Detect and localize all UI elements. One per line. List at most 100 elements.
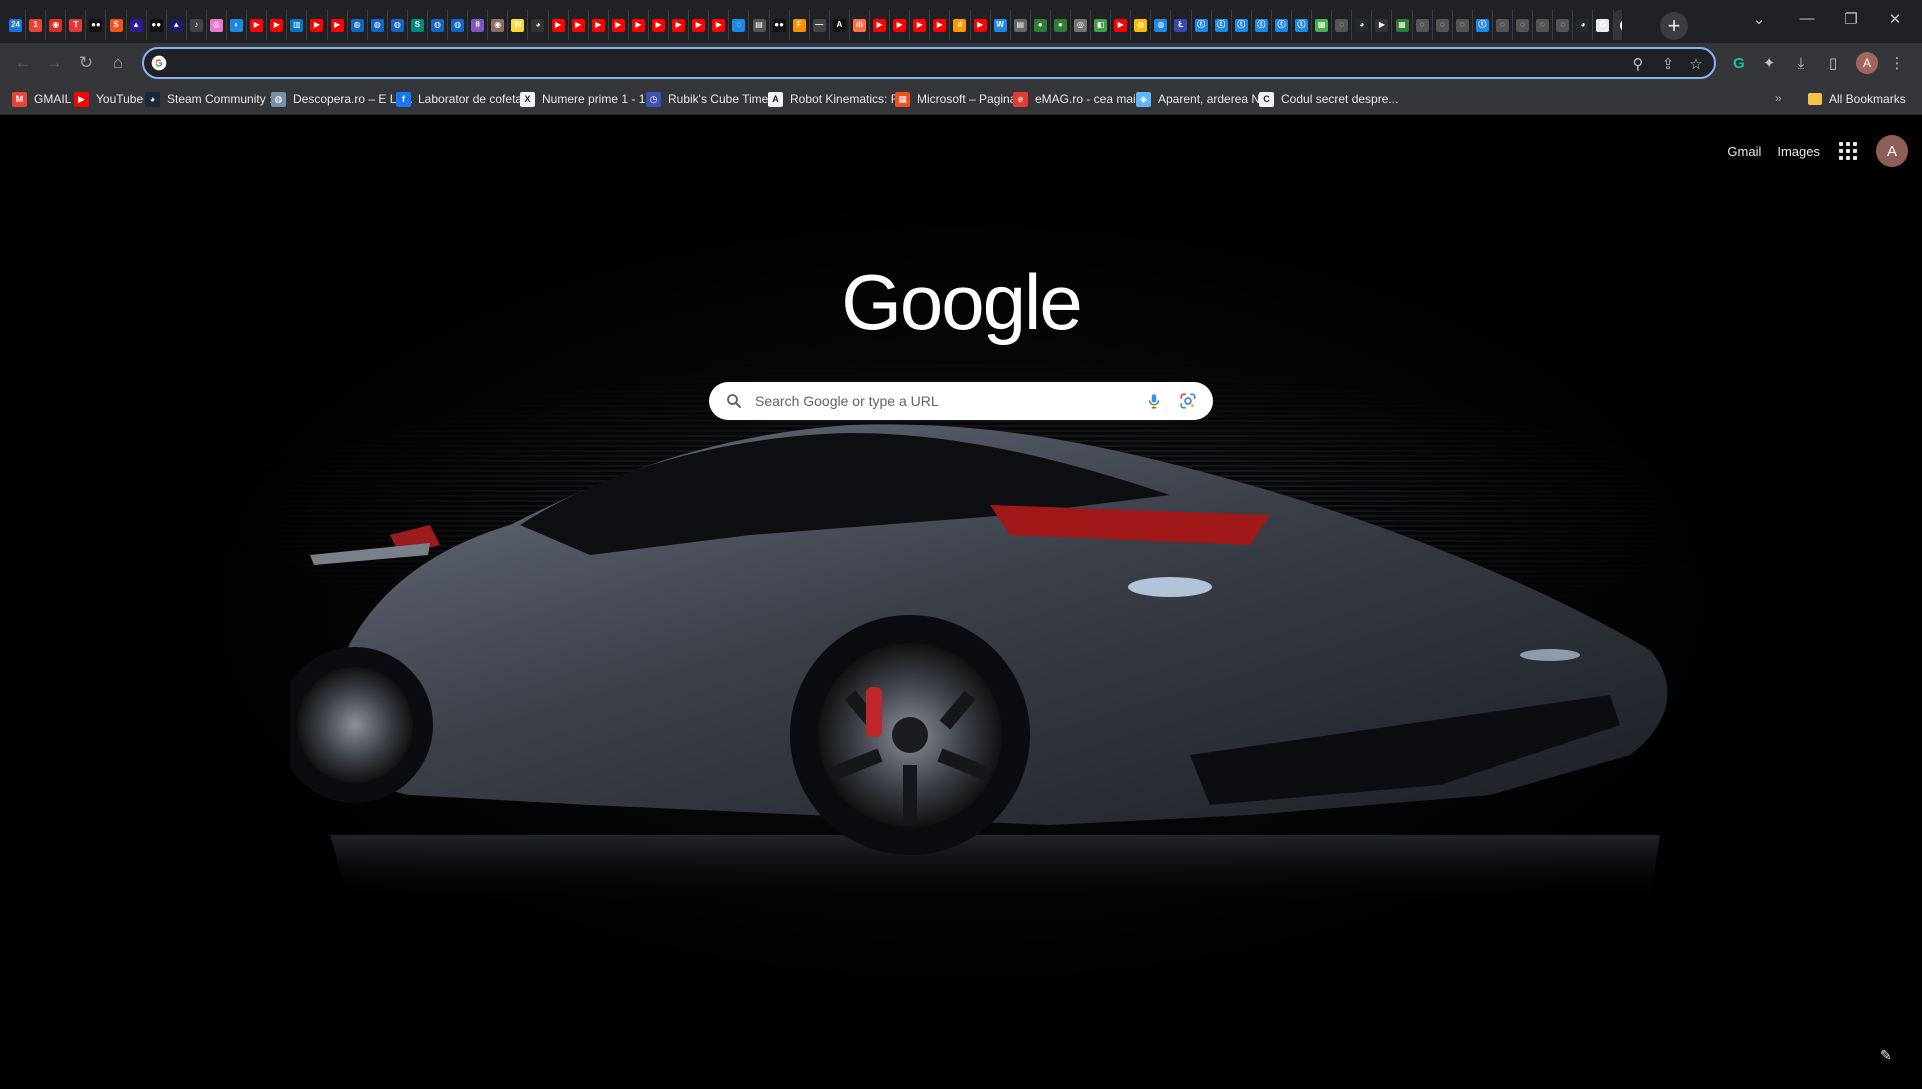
bookmark-item[interactable]: e eMAG.ro - cea mai... xyxy=(1013,89,1146,109)
customize-pencil-icon[interactable]: ✎ xyxy=(1880,1047,1900,1067)
address-input[interactable] xyxy=(176,52,1604,76)
tab[interactable]: ◧ xyxy=(1091,10,1112,40)
tab[interactable]: ●● xyxy=(86,10,107,40)
tab[interactable]: ◌ xyxy=(1513,10,1534,40)
account-avatar[interactable]: A xyxy=(1876,135,1908,167)
bookmark-item[interactable]: ◈ Aparent, arderea N... xyxy=(1136,89,1270,109)
share-icon[interactable]: ⇪ xyxy=(1658,54,1678,74)
tab[interactable]: ◌ xyxy=(1533,10,1554,40)
tab[interactable]: ◌ xyxy=(729,10,750,40)
tab[interactable]: ▦ xyxy=(1312,10,1333,40)
tab[interactable]: ◍ xyxy=(348,10,368,40)
tab[interactable]: T xyxy=(66,10,87,40)
tab[interactable]: ▶ xyxy=(689,10,710,40)
forward-button[interactable]: → xyxy=(43,52,65,74)
bookmark-item[interactable]: X Numere prime 1 - 1... xyxy=(520,89,655,109)
tab[interactable]: ◌ xyxy=(1413,10,1433,40)
tab[interactable]: ◍ xyxy=(1131,10,1152,40)
tab[interactable]: ◌ xyxy=(1433,10,1453,40)
tab[interactable]: F xyxy=(790,10,810,40)
tab[interactable]: ▶ xyxy=(910,10,931,40)
tab[interactable]: ▶ xyxy=(307,10,328,40)
tab[interactable]: — xyxy=(810,10,830,40)
back-button[interactable]: ← xyxy=(12,52,34,74)
tab[interactable]: ▦ xyxy=(1392,10,1413,40)
new-tab-button[interactable]: + xyxy=(1660,12,1688,40)
close-window-button[interactable]: ✕ xyxy=(1872,10,1918,28)
home-button[interactable]: ⌂ xyxy=(107,52,129,74)
tab[interactable]: ▶ xyxy=(569,10,589,40)
tab[interactable]: ●● xyxy=(770,10,790,40)
tab[interactable]: ◉ xyxy=(488,10,509,40)
profile-avatar[interactable]: A xyxy=(1856,52,1878,74)
tab[interactable]: ⓣ xyxy=(1292,10,1313,40)
tab[interactable]: ◍ xyxy=(448,10,469,40)
tab[interactable]: ▶ xyxy=(267,10,288,40)
menu-kebab-icon[interactable]: ⋮ xyxy=(1886,52,1908,74)
microphone-icon[interactable] xyxy=(1145,391,1163,411)
bookmarks-overflow-icon[interactable]: » xyxy=(1775,91,1782,105)
tab[interactable]: A xyxy=(830,10,850,40)
tab[interactable]: ▶ xyxy=(328,10,348,40)
tab[interactable]: ▶ xyxy=(669,10,690,40)
reload-button[interactable]: ↻ xyxy=(75,52,97,74)
tab[interactable]: ▲ xyxy=(127,10,147,40)
images-link[interactable]: Images xyxy=(1777,144,1820,159)
tab[interactable]: S xyxy=(408,10,428,40)
side-panel-icon[interactable]: ▯ xyxy=(1822,52,1844,74)
tab[interactable]: S xyxy=(106,10,127,40)
tab[interactable]: ◍ xyxy=(368,10,388,40)
tab[interactable]: ◐ xyxy=(227,10,248,40)
bookmark-item[interactable]: A Robot Kinematics: F... xyxy=(768,89,907,109)
bookmark-item[interactable]: ◍ Descopera.ro – E Lu... xyxy=(271,89,413,109)
bookmark-item[interactable]: ◕ Steam Community :... xyxy=(145,89,282,109)
tab[interactable]: Ł xyxy=(1171,10,1192,40)
tab[interactable]: ◌ xyxy=(1553,10,1574,40)
tab[interactable]: ◌ xyxy=(1453,10,1473,40)
tab[interactable]: θ xyxy=(468,10,489,40)
tab[interactable]: ▶ xyxy=(549,10,569,40)
active-tab[interactable]: G✕ xyxy=(1613,10,1622,40)
search-box[interactable]: Search Google or type a URL xyxy=(709,382,1213,420)
tab[interactable]: ◍ xyxy=(1151,10,1172,40)
tab[interactable]: ◌ xyxy=(1332,10,1353,40)
all-bookmarks-button[interactable]: All Bookmarks xyxy=(1808,89,1906,109)
tab[interactable]: ▶ xyxy=(629,10,649,40)
tab[interactable]: ▶ xyxy=(1372,10,1393,40)
restore-button[interactable]: ❐ xyxy=(1828,10,1874,28)
tab[interactable]: ♪ xyxy=(187,10,207,40)
tab-search-icon[interactable]: ⌄ xyxy=(1736,10,1782,28)
bookmark-star-icon[interactable]: ☆ xyxy=(1686,54,1706,74)
tab[interactable]: G xyxy=(1593,10,1614,40)
zoom-icon[interactable]: ⚲ xyxy=(1628,54,1648,74)
tab[interactable]: ▶ xyxy=(649,10,670,40)
google-apps-icon[interactable] xyxy=(1836,139,1860,163)
tab[interactable]: ılı xyxy=(850,10,871,40)
tab[interactable]: ◕ xyxy=(1573,10,1594,40)
bookmark-item[interactable]: ◷ Rubik's Cube Timer... xyxy=(646,89,782,109)
tab[interactable]: ◉ xyxy=(46,10,67,40)
google-lens-icon[interactable] xyxy=(1179,392,1197,410)
tab[interactable]: ⓣ xyxy=(1272,10,1292,40)
extensions-icon[interactable]: ✦ xyxy=(1758,52,1780,74)
tab[interactable]: ▥ xyxy=(287,10,308,40)
bookmark-item[interactable]: ▶ YouTube xyxy=(74,89,143,109)
tab[interactable]: ▶ xyxy=(930,10,951,40)
tab[interactable]: ▶ xyxy=(589,10,609,40)
gmail-link[interactable]: Gmail xyxy=(1727,144,1761,159)
tab[interactable]: 24 xyxy=(6,10,27,40)
bookmark-item[interactable]: ▦ Microsoft – Pagina... xyxy=(895,89,1026,109)
bookmark-item[interactable]: C Codul secret despre... xyxy=(1259,89,1398,109)
tab[interactable]: ◍ xyxy=(428,10,449,40)
tab[interactable]: ıl xyxy=(950,10,971,40)
grammarly-icon[interactable]: G xyxy=(1728,52,1750,74)
tab[interactable]: 1 xyxy=(26,10,47,40)
tab[interactable]: ▶ xyxy=(890,10,911,40)
tab[interactable]: ●● xyxy=(147,10,167,40)
tab[interactable]: W xyxy=(991,10,1011,40)
downloads-icon[interactable]: ⤓ xyxy=(1790,52,1812,74)
tab[interactable]: ⓣ xyxy=(1473,10,1493,40)
tab[interactable]: ▤ xyxy=(1011,10,1031,40)
tab[interactable]: ◍ xyxy=(388,10,408,40)
tab[interactable]: ◕ xyxy=(528,10,549,40)
